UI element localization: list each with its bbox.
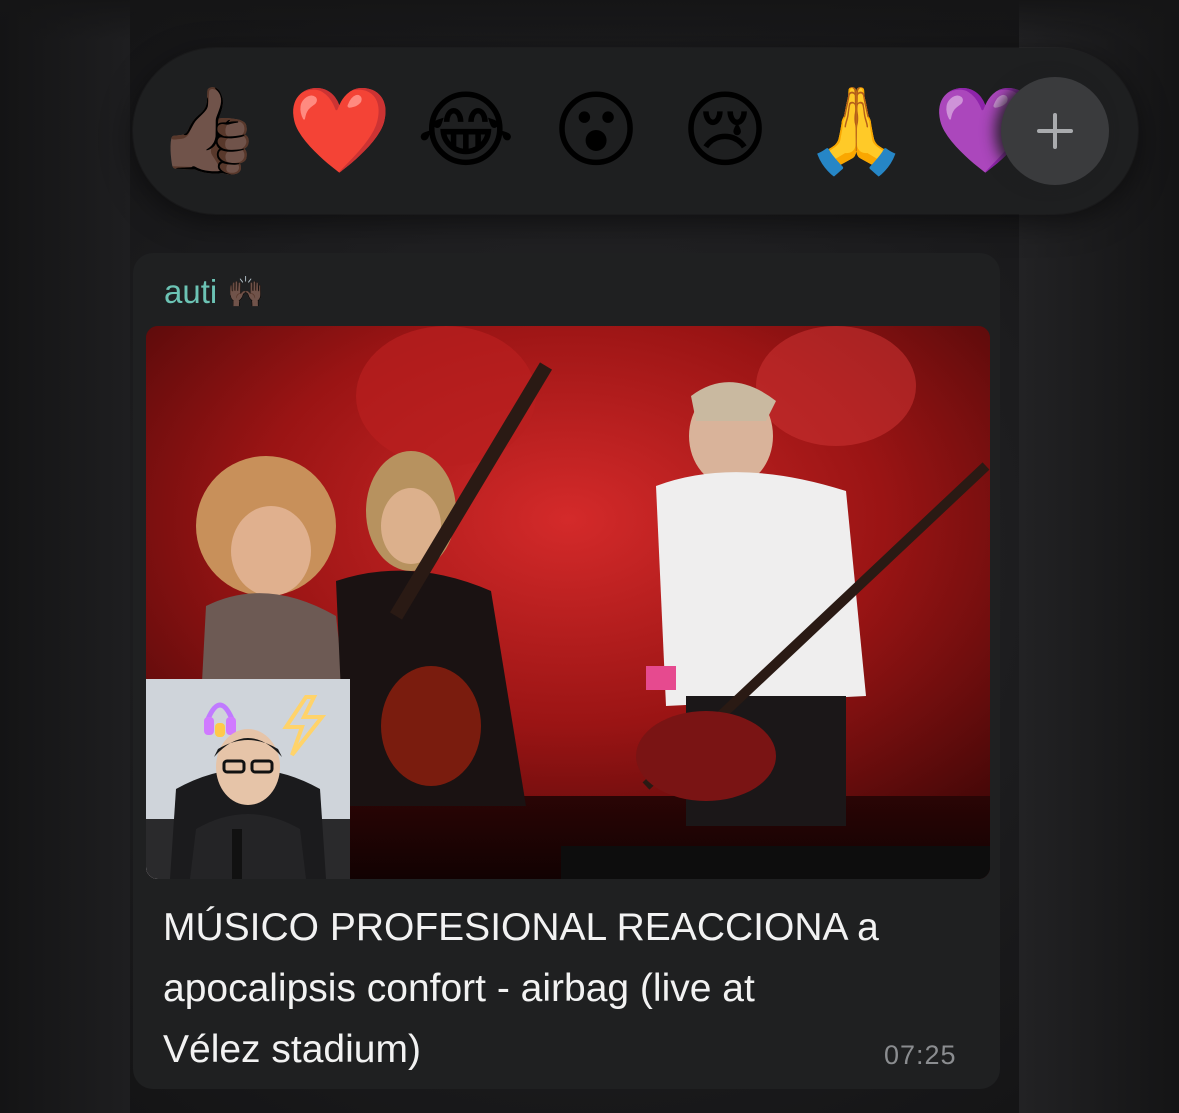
- webcam-overlay: [146, 679, 350, 879]
- reaction-crying[interactable]: 😢: [675, 82, 775, 178]
- reaction-folded-hands[interactable]: 🙏: [804, 82, 909, 178]
- sender-name[interactable]: auti 🙌🏿: [164, 268, 265, 316]
- video-title[interactable]: MÚSICO PROFESIONAL REACCIONA a apocalips…: [163, 897, 963, 1080]
- sender-name-text: auti: [164, 273, 218, 310]
- reaction-thumbs-up[interactable]: 👍🏿: [156, 82, 261, 178]
- message-timestamp: 07:25: [884, 1040, 957, 1070]
- backdrop-blur-top: [0, 0, 1179, 40]
- backdrop-blur-left: [0, 0, 130, 1113]
- add-reaction-button[interactable]: [1001, 77, 1109, 185]
- reaction-tears-of-joy[interactable]: 😂: [416, 82, 516, 178]
- reaction-surprised[interactable]: 😮: [546, 82, 646, 178]
- video-thumbnail[interactable]: [146, 326, 990, 879]
- reaction-red-heart[interactable]: ❤️: [287, 82, 392, 178]
- streamer-webcam: [146, 679, 350, 879]
- raising-hands-icon: 🙌🏿: [227, 274, 265, 310]
